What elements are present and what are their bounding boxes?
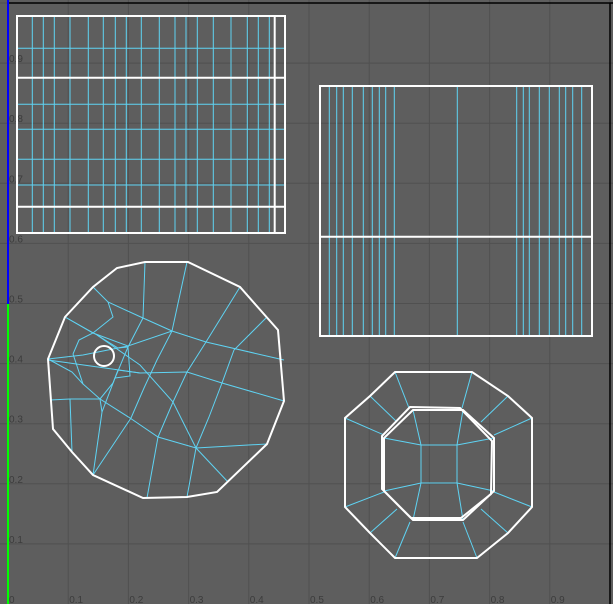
u-tick-label: 0.7 (430, 595, 444, 604)
u-tick-label: 0.5 (310, 595, 324, 604)
v-tick-label: 0.2 (9, 475, 23, 486)
disc-hole-border (93, 345, 115, 367)
shell-interior-edges (17, 16, 285, 233)
uv-canvas[interactable]: 0 0.1 0.2 0.3 0.4 0.5 0.6 0.7 0.8 0.9 0.1 0.2 0.3 0.4… (0, 0, 613, 604)
u-tick-label: 0.9 (551, 595, 565, 604)
v-tick-label: 0.1 (9, 535, 23, 546)
v-tick-label: 0.6 (9, 234, 23, 245)
uv-editor-viewport[interactable]: 0 0.1 0.2 0.3 0.4 0.5 0.6 0.7 0.8 0.9 0.1 0.2 0.3 0.4… (0, 0, 613, 604)
uv-grid (0, 0, 613, 604)
u-tick-label: 0 (9, 595, 15, 604)
u-tick-label: 0.8 (491, 595, 505, 604)
v-tick-label: 0.5 (9, 295, 23, 306)
u-tick-label: 0.1 (69, 595, 83, 604)
axis-tick-labels: 0 0.1 0.2 0.3 0.4 0.5 0.6 0.7 0.8 0.9 0.1 0.2 0.3 0.4… (9, 54, 565, 604)
u-tick-label: 0.6 (370, 595, 384, 604)
octagon-ring-shell[interactable] (344, 371, 533, 559)
u-tick-label: 0.4 (250, 595, 264, 604)
v-tick-label: 0.4 (9, 355, 23, 366)
u-tick-label: 0.2 (129, 595, 143, 604)
top-left-grid-shell[interactable] (16, 15, 286, 234)
v-tick-label: 0.3 (9, 415, 23, 426)
u-tick-label: 0.3 (190, 595, 204, 604)
octagon-interior-edges (344, 371, 533, 559)
